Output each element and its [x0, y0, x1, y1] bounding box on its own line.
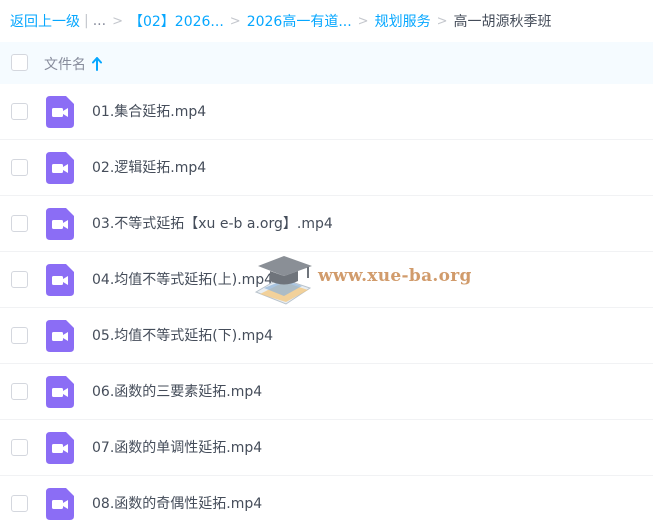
breadcrumb-separator: >	[357, 13, 369, 29]
breadcrumb: 返回上一级 | ... > 【02】2026... > 2026高一有道... …	[0, 0, 653, 42]
row-checkbox[interactable]	[11, 495, 28, 512]
arrow-up-icon	[92, 57, 102, 71]
file-row[interactable]: 04.均值不等式延拓(上).mp4	[0, 252, 653, 308]
file-name[interactable]: 03.不等式延拓【xu e-b a.org】.mp4	[92, 213, 333, 233]
video-file-icon	[46, 96, 74, 128]
file-row[interactable]: 06.函数的三要素延拓.mp4	[0, 364, 653, 420]
file-name[interactable]: 05.均值不等式延拓(下).mp4	[92, 325, 273, 345]
file-row[interactable]: 01.集合延拓.mp4	[0, 84, 653, 140]
file-name[interactable]: 07.函数的单调性延拓.mp4	[92, 437, 262, 457]
video-file-icon	[46, 432, 74, 464]
video-file-icon	[46, 152, 74, 184]
file-row[interactable]: 08.函数的奇偶性延拓.mp4	[0, 476, 653, 525]
select-all-checkbox[interactable]	[11, 54, 28, 71]
file-name[interactable]: 02.逻辑延拓.mp4	[92, 157, 206, 177]
breadcrumb-item[interactable]: 2026高一有道...	[247, 11, 352, 31]
file-row[interactable]: 03.不等式延拓【xu e-b a.org】.mp4	[0, 196, 653, 252]
name-column-label: 文件名	[44, 57, 86, 73]
row-checkbox[interactable]	[11, 159, 28, 176]
file-name[interactable]: 01.集合延拓.mp4	[92, 101, 206, 121]
breadcrumb-ellipsis[interactable]: ...	[93, 13, 106, 29]
breadcrumb-separator: >	[112, 13, 123, 29]
row-checkbox[interactable]	[11, 271, 28, 288]
row-checkbox[interactable]	[11, 327, 28, 344]
file-row[interactable]: 02.逻辑延拓.mp4	[0, 140, 653, 196]
back-link[interactable]: 返回上一级	[10, 11, 80, 31]
video-file-icon	[46, 488, 74, 520]
row-checkbox[interactable]	[11, 103, 28, 120]
breadcrumb-separator: >	[229, 13, 241, 29]
file-name[interactable]: 04.均值不等式延拓(上).mp4	[92, 269, 273, 289]
breadcrumb-separator: >	[436, 13, 448, 29]
file-name[interactable]: 06.函数的三要素延拓.mp4	[92, 381, 262, 401]
video-file-icon	[46, 264, 74, 296]
breadcrumb-divider: |	[84, 13, 89, 29]
file-row[interactable]: 07.函数的单调性延拓.mp4	[0, 420, 653, 476]
breadcrumb-current: 高一胡源秋季班	[453, 14, 552, 30]
file-row[interactable]: 05.均值不等式延拓(下).mp4	[0, 308, 653, 364]
row-checkbox[interactable]	[11, 215, 28, 232]
video-file-icon	[46, 208, 74, 240]
video-file-icon	[46, 376, 74, 408]
row-checkbox[interactable]	[11, 383, 28, 400]
file-list-header: 文件名	[0, 42, 653, 84]
breadcrumb-item[interactable]: 【02】2026...	[129, 11, 224, 31]
video-file-icon	[46, 320, 74, 352]
row-checkbox[interactable]	[11, 439, 28, 456]
breadcrumb-item[interactable]: 规划服务	[375, 11, 431, 31]
file-name[interactable]: 08.函数的奇偶性延拓.mp4	[92, 493, 262, 513]
name-column-header[interactable]: 文件名	[44, 54, 102, 74]
